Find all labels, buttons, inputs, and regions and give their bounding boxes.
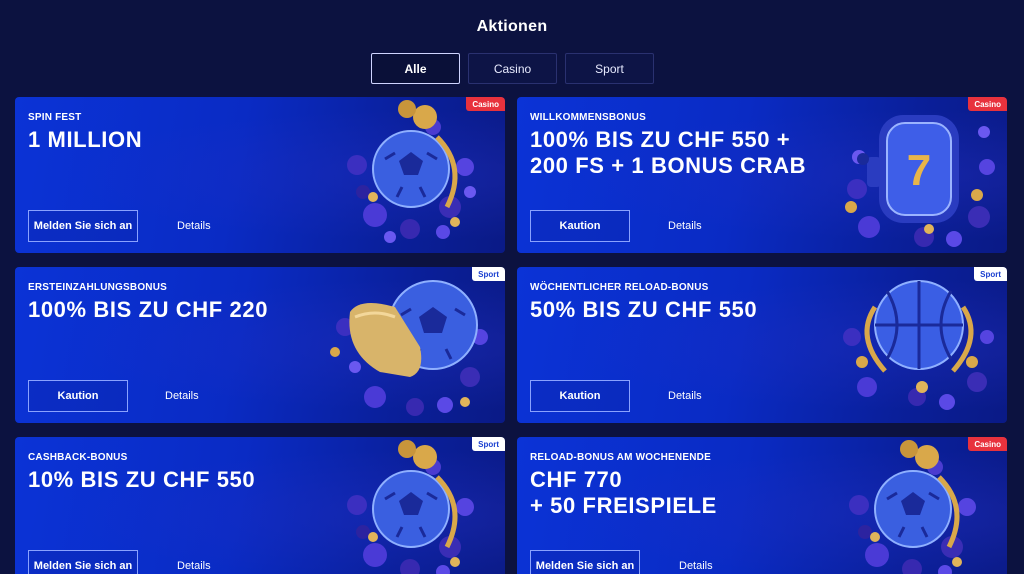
- headline-line: 10% BIS ZU CHF 550: [28, 467, 256, 492]
- headline-line: 200 FS + 1 BONUS CRAB: [530, 153, 807, 178]
- headline-line: 50% BIS ZU CHF 550: [530, 297, 758, 322]
- promo-headline: 1 MILLION: [28, 127, 142, 153]
- headline-line: 100% BIS ZU CHF 220: [28, 297, 269, 322]
- register-button[interactable]: Melden Sie sich an: [28, 210, 138, 242]
- tab-alle[interactable]: Alle: [371, 53, 460, 84]
- headline-line: CHF 770: [530, 467, 623, 492]
- promo-label: RELOAD-BONUS AM WOCHENENDE: [530, 452, 711, 463]
- slot-reel-icon: 7: [845, 115, 995, 247]
- soccer-ball-icon: [849, 440, 976, 574]
- promo-headline: 10% BIS ZU CHF 550: [28, 467, 255, 493]
- category-badge: Sport: [974, 267, 1007, 281]
- promo-label: WILLKOMMENSBONUS: [530, 112, 646, 123]
- category-badge: Casino: [466, 97, 505, 111]
- promo-headline: 100% BIS ZU CHF 220: [28, 297, 268, 323]
- deposit-button[interactable]: Kaution: [530, 210, 630, 242]
- headline-line: + 50 FREISPIELE: [530, 493, 717, 518]
- basketball-icon: [843, 280, 994, 410]
- promo-card-ersteinzahlungsbonus: Sport ERSTEINZAHLUNGSBONUS 100% BIS ZU C…: [15, 267, 505, 423]
- details-link[interactable]: Details: [177, 210, 211, 242]
- promo-card-reload-wochenende: Casino RELOAD-BONUS AM WOCHENENDE CHF 77…: [517, 437, 1007, 574]
- soccer-ball-icon: [347, 100, 476, 243]
- soccer-ball-icon: [347, 440, 474, 574]
- category-badge: Casino: [968, 437, 1007, 451]
- details-link[interactable]: Details: [679, 550, 713, 574]
- promo-headline: CHF 770 + 50 FREISPIELE: [530, 467, 717, 519]
- promo-card-willkommensbonus: Casino WILLKOMMENSBONUS 100% BIS ZU CHF …: [517, 97, 1007, 253]
- category-badge: Casino: [968, 97, 1007, 111]
- tab-casino[interactable]: Casino: [468, 53, 557, 84]
- register-button[interactable]: Melden Sie sich an: [530, 550, 640, 574]
- promo-label: CASHBACK-BONUS: [28, 452, 128, 463]
- promo-label: SPIN FEST: [28, 112, 82, 123]
- filter-tabs: Alle Casino Sport: [371, 53, 654, 84]
- category-badge: Sport: [472, 267, 505, 281]
- category-badge: Sport: [472, 437, 505, 451]
- deposit-button[interactable]: Kaution: [28, 380, 128, 412]
- details-link[interactable]: Details: [668, 210, 702, 242]
- promo-headline: 100% BIS ZU CHF 550 + 200 FS + 1 BONUS C…: [530, 127, 806, 179]
- deposit-button[interactable]: Kaution: [530, 380, 630, 412]
- soccer-boot-icon: [330, 280, 488, 416]
- promo-card-woechentlicher-reload: Sport WÖCHENTLICHER RELOAD-BONUS 50% BIS…: [517, 267, 1007, 423]
- promo-card-spin-fest: Casino SPIN FEST 1 MILLION Melden Sie si…: [15, 97, 505, 253]
- promo-card-cashback: Sport CASHBACK-BONUS 10% BIS ZU CHF 550 …: [15, 437, 505, 574]
- details-link[interactable]: Details: [177, 550, 211, 574]
- page-title: Aktionen: [476, 18, 548, 35]
- promo-label: WÖCHENTLICHER RELOAD-BONUS: [530, 282, 709, 293]
- promo-label: ERSTEINZAHLUNGSBONUS: [28, 282, 168, 293]
- svg-text:7: 7: [907, 146, 931, 195]
- register-button[interactable]: Melden Sie sich an: [28, 550, 138, 574]
- tab-sport[interactable]: Sport: [565, 53, 654, 84]
- promo-headline: 50% BIS ZU CHF 550: [530, 297, 757, 323]
- headline-line: 100% BIS ZU CHF 550 +: [530, 127, 791, 152]
- promotions-grid: Casino SPIN FEST 1 MILLION Melden Sie si…: [15, 97, 1007, 574]
- details-link[interactable]: Details: [668, 380, 702, 412]
- details-link[interactable]: Details: [165, 380, 199, 412]
- headline-line: 1 MILLION: [28, 127, 143, 152]
